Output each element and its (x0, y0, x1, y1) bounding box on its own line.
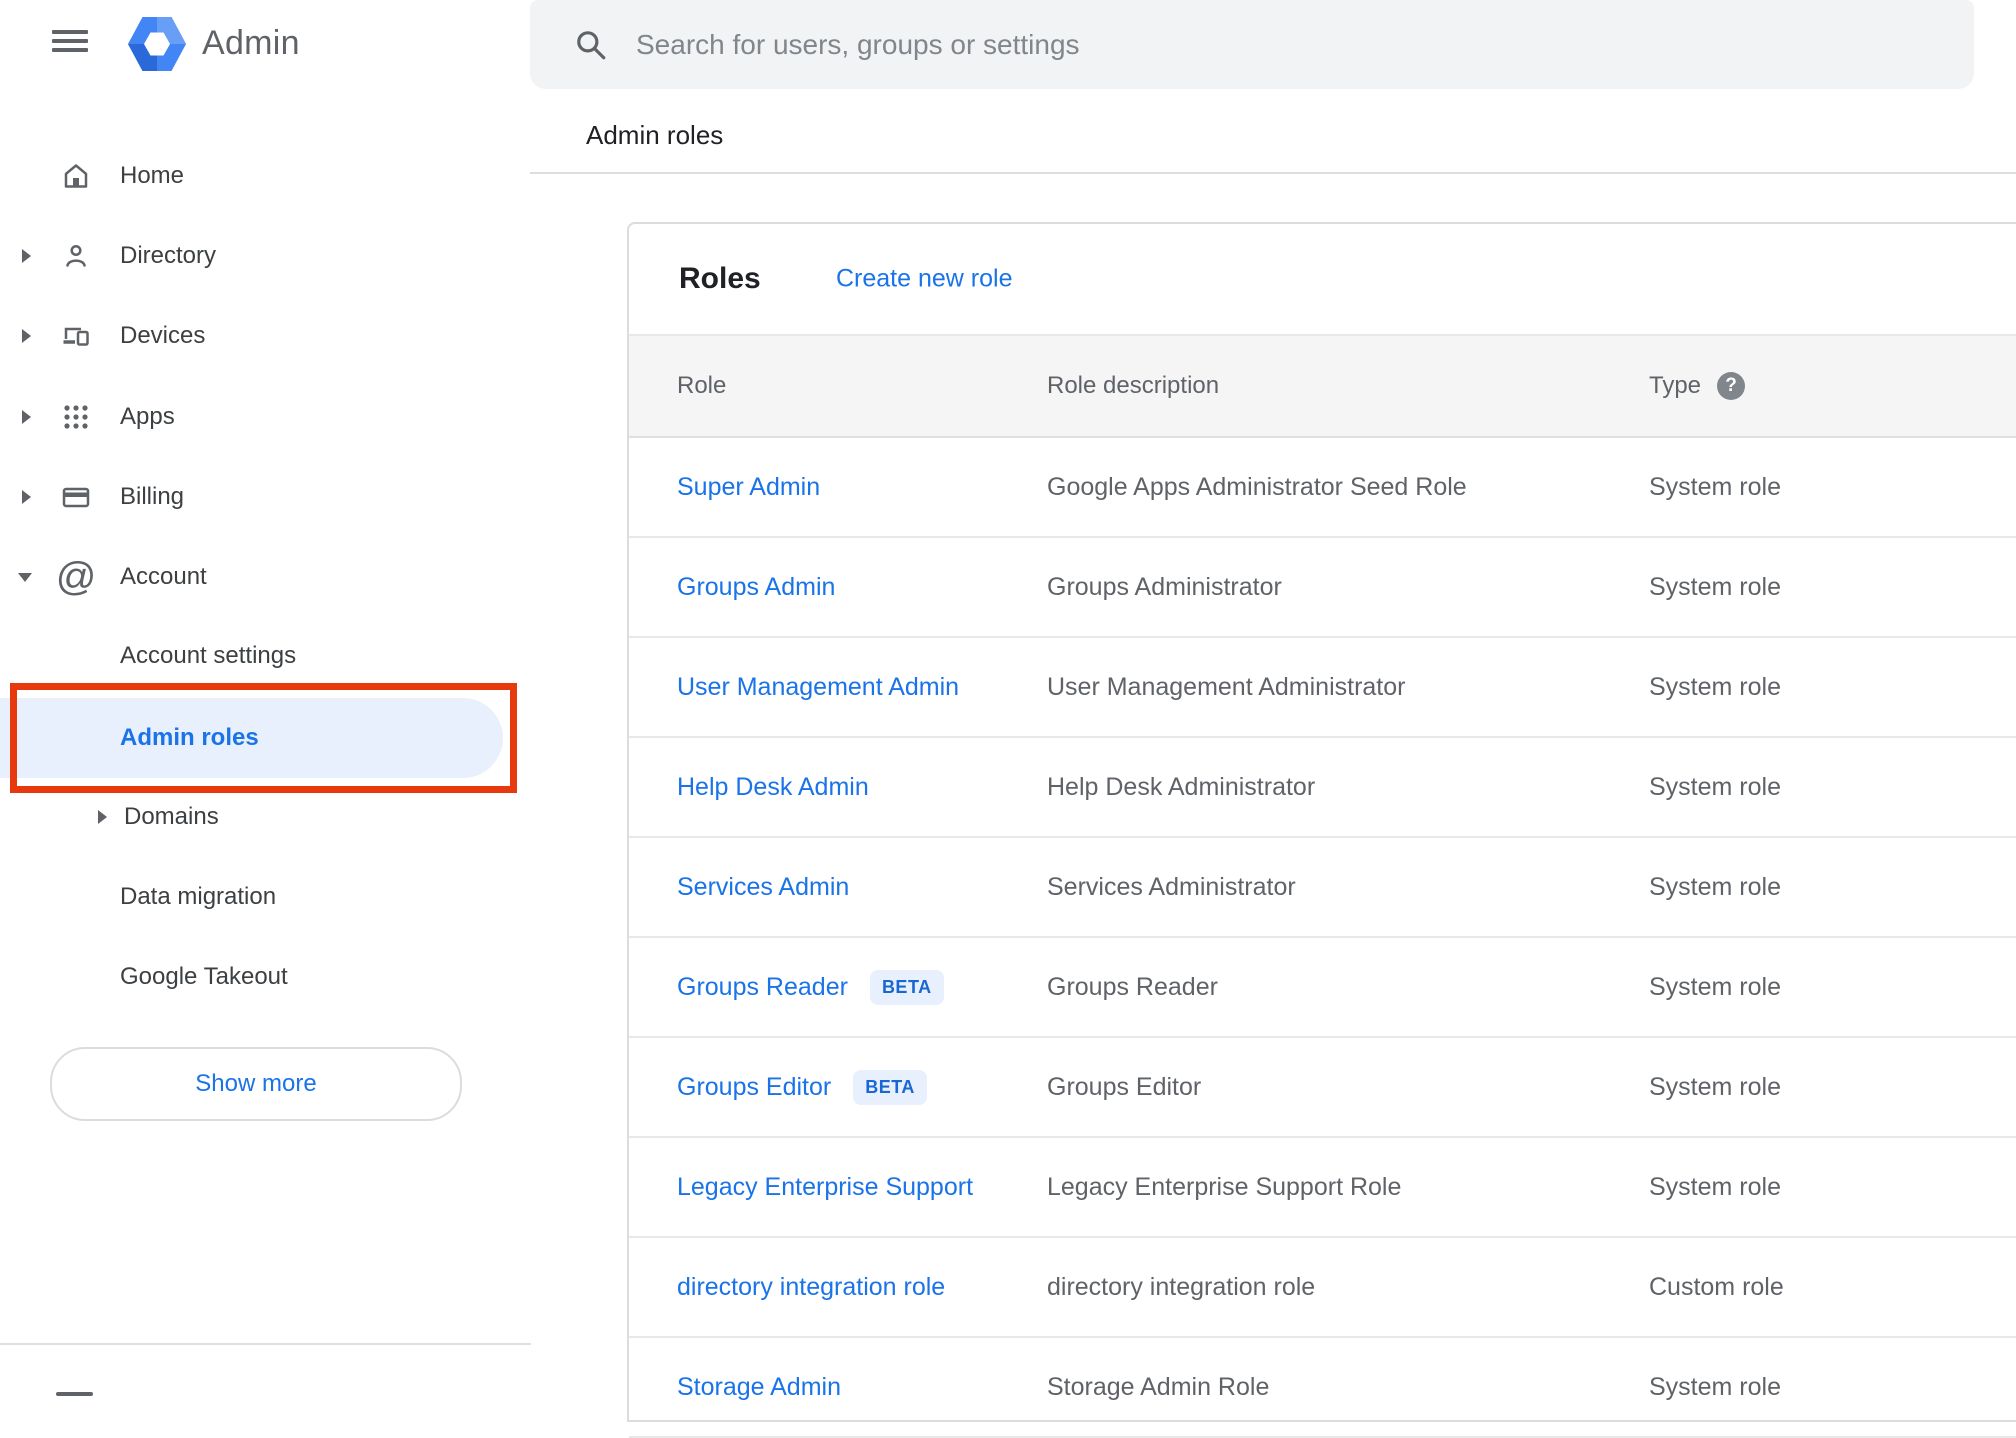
header-divider (530, 172, 2016, 174)
table-row: Storage Admin Storage Admin Role System … (629, 1338, 2016, 1438)
at-sign-icon: @ (55, 555, 97, 599)
role-type: System role (1649, 472, 1781, 501)
role-type: System role (1649, 1172, 1781, 1201)
role-type: Custom role (1649, 1272, 1784, 1301)
beta-badge: BETA (853, 1069, 927, 1105)
search-icon (577, 30, 606, 59)
sidebar-item-label: Account settings (120, 642, 297, 669)
expand-arrow-icon (22, 249, 31, 263)
role-type: System role (1649, 972, 1781, 1001)
role-description: Services Administrator (1047, 872, 1296, 901)
role-description: Storage Admin Role (1047, 1372, 1270, 1401)
role-description: Help Desk Administrator (1047, 772, 1316, 801)
role-type: System role (1649, 572, 1781, 601)
sidebar-item-devices[interactable]: Devices (0, 296, 531, 376)
admin-logo (128, 15, 186, 73)
table-row: User Management Admin User Management Ad… (629, 638, 2016, 738)
home-icon (60, 160, 92, 192)
role-link[interactable]: Super Admin (677, 473, 820, 502)
table-row: Services Admin Services Administrator Sy… (629, 838, 2016, 938)
person-icon (60, 240, 92, 272)
sidebar-item-label: Apps (120, 403, 175, 430)
role-type: System role (1649, 1072, 1781, 1101)
apps-grid-icon (60, 401, 92, 433)
sidebar-item-account[interactable]: @ Account (0, 537, 531, 617)
role-link[interactable]: directory integration role (677, 1273, 945, 1302)
search-input[interactable] (634, 27, 1974, 62)
role-type: System role (1649, 872, 1781, 901)
menu-hamburger-icon[interactable] (52, 30, 88, 52)
sidebar-item-admin-roles[interactable]: Admin roles (0, 698, 503, 778)
sidebar-item-label: Domains (124, 803, 219, 830)
expand-arrow-icon (22, 410, 31, 424)
create-new-role-link[interactable]: Create new role (836, 265, 1012, 294)
sidebar-item-account-settings[interactable]: Account settings (0, 616, 531, 696)
role-link[interactable]: Services Admin (677, 873, 849, 902)
role-description: Groups Reader (1047, 972, 1218, 1001)
table-row: directory integration role directory int… (629, 1238, 2016, 1338)
role-type: System role (1649, 772, 1781, 801)
role-type: System role (1649, 1372, 1781, 1401)
table-row: Groups Admin Groups Administrator System… (629, 538, 2016, 638)
roles-card-header: Roles Create new role (629, 224, 2016, 334)
collapse-arrow-icon (18, 572, 32, 582)
role-description: Legacy Enterprise Support Role (1047, 1172, 1402, 1201)
sidebar-item-label: Google Takeout (120, 963, 288, 990)
beta-badge: BETA (869, 969, 944, 1005)
sidebar-item-label: Data migration (120, 883, 277, 910)
role-description: Google Apps Administrator Seed Role (1047, 472, 1467, 501)
sidebar-item-google-takeout[interactable]: Google Takeout (0, 937, 531, 1017)
sidebar-item-domains[interactable]: Domains (0, 777, 531, 857)
table-header-row: Role Role description Type ? (629, 334, 2016, 438)
sidebar-item-label: Admin roles (120, 724, 259, 751)
sidebar-item-label: Billing (120, 483, 185, 510)
devices-icon (60, 320, 92, 352)
roles-card: Roles Create new role Role Role descript… (627, 222, 2016, 1438)
breadcrumb: Admin roles (586, 120, 724, 150)
column-header-role: Role (677, 372, 727, 399)
expand-arrow-icon (22, 329, 31, 343)
clipped-bottom-icon (56, 1392, 93, 1396)
role-description: Groups Editor (1047, 1072, 1202, 1101)
sidebar-item-label: Home (120, 162, 185, 189)
roles-title: Roles (679, 262, 761, 295)
role-type: System role (1649, 672, 1781, 701)
sidebar-item-label: Directory (120, 242, 217, 269)
sidebar-item-billing[interactable]: Billing (0, 457, 531, 537)
column-header-role-description: Role description (1047, 372, 1220, 399)
table-row: Super Admin Google Apps Administrator Se… (629, 438, 2016, 538)
sidebar-item-directory[interactable]: Directory (0, 216, 531, 296)
role-link[interactable]: User Management Admin (677, 673, 959, 702)
role-link[interactable]: Groups Reader (677, 973, 848, 1002)
expand-arrow-icon (98, 810, 107, 824)
sidebar-item-data-migration[interactable]: Data migration (0, 857, 531, 937)
credit-card-icon (60, 481, 92, 513)
table-row: Groups Reader BETA Groups Reader System r… (629, 938, 2016, 1038)
table-row: Legacy Enterprise Support Legacy Enterpr… (629, 1138, 2016, 1238)
sidebar-item-label: Account (120, 563, 207, 590)
sidebar-item-label: Devices (120, 322, 206, 349)
expand-arrow-icon (22, 490, 31, 504)
role-description: directory integration role (1047, 1272, 1316, 1301)
sidebar-item-apps[interactable]: Apps (0, 377, 531, 457)
table-row: Help Desk Admin Help Desk Administrator … (629, 738, 2016, 838)
help-icon[interactable]: ? (1717, 372, 1746, 400)
column-header-type: Type (1649, 372, 1702, 399)
role-description: Groups Administrator (1047, 572, 1282, 601)
role-description: User Management Administrator (1047, 672, 1406, 701)
role-link[interactable]: Groups Editor (677, 1073, 831, 1102)
role-link[interactable]: Groups Admin (677, 573, 835, 602)
role-link[interactable]: Help Desk Admin (677, 773, 869, 802)
sidebar-item-home[interactable]: Home (0, 136, 531, 216)
table-row: Groups Editor BETA Groups Editor System r… (629, 1038, 2016, 1138)
role-link[interactable]: Legacy Enterprise Support (677, 1173, 973, 1202)
show-more-button[interactable]: Show more (50, 1047, 462, 1121)
role-link[interactable]: Storage Admin (677, 1373, 841, 1402)
sidebar-divider (0, 1343, 531, 1345)
app-title: Admin (202, 24, 300, 62)
search-bar (530, 0, 1974, 89)
